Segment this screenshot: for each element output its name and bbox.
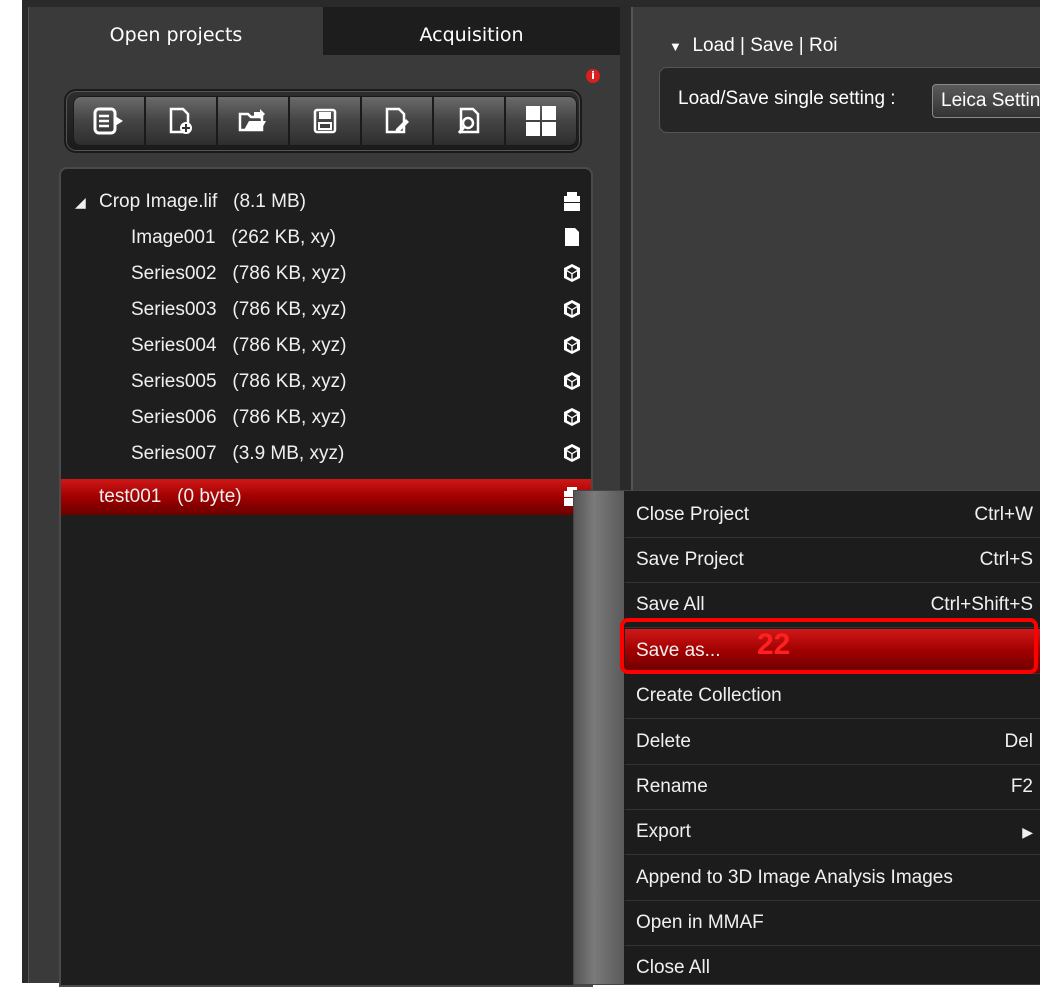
menu-item-close-project[interactable]: Close Project Ctrl+W [625,493,1040,538]
project-briefcase-icon [564,192,580,211]
load-save-section: Load/Save single setting : Leica Setting… [659,67,1040,133]
menu-item-open-in-mmaf[interactable]: Open in MMAF [625,901,1040,946]
alert-icon[interactable]: i [586,69,600,83]
tree-item[interactable]: Series002 (786 KB, xyz) [61,256,591,292]
menu-item-label: Append to 3D Image Analysis Images [636,867,953,888]
section-header-load-save-roi[interactable]: ▼ Load | Save | Roi [669,35,838,57]
project-toolbar [64,89,582,153]
menu-item-label: Create Collection [636,685,782,706]
item-name: Image001 [131,227,216,248]
project-size: (8.1 MB) [233,191,306,212]
open-folder-button[interactable] [217,96,289,146]
tab-acquisition[interactable]: Acquisition [323,7,620,55]
item-info: (786 KB, xyz) [232,371,347,392]
edit-document-button[interactable] [361,96,433,146]
item-name: Series002 [131,263,217,284]
tree-item[interactable]: Series007 (3.9 MB, xyz) [61,436,591,472]
menu-item-rename[interactable]: Rename F2 [625,765,1040,810]
menu-item-shortcut: F2 [1010,776,1033,797]
item-info: (786 KB, xyz) [232,263,347,284]
menu-item-save-project[interactable]: Save Project Ctrl+S [625,538,1040,583]
new-file-button[interactable] [145,96,217,146]
tree-item[interactable]: Series003 (786 KB, xyz) [61,292,591,328]
item-name: Series004 [131,335,217,356]
project-name: test001 [99,486,162,507]
project-size: (0 byte) [177,486,242,507]
setting-select[interactable]: Leica Settings [932,84,1040,118]
annotation-highlight-frame [620,618,1038,674]
cube-icon [564,372,580,390]
tree-item[interactable]: Image001 (262 KB, xy) [61,220,591,256]
context-menu: Close Project Ctrl+W Save Project Ctrl+S… [573,490,1040,985]
cube-icon [564,336,580,354]
cube-icon [564,444,580,462]
item-name: Series003 [131,299,217,320]
item-info: (262 KB, xy) [231,227,336,248]
menu-item-create-collection[interactable]: Create Collection [625,674,1040,719]
tree-project-crop-image[interactable]: ◢ Crop Image.lif (8.1 MB) [61,184,591,220]
tree-item[interactable]: Series006 (786 KB, xyz) [61,400,591,436]
setting-label: Load/Save single setting : [678,88,896,109]
item-info: (786 KB, xyz) [232,335,347,356]
menu-item-delete[interactable]: Delete Del [625,720,1040,765]
menu-item-label: Save Project [636,549,744,570]
grid-view-icon [526,106,556,136]
menu-item-label: Close Project [636,504,749,525]
cube-icon [564,264,580,282]
menu-icon-gutter [574,491,624,984]
item-name: Series005 [131,371,217,392]
item-info: (786 KB, xyz) [232,299,347,320]
search-document-button[interactable] [433,96,505,146]
search-document-icon [457,107,480,134]
menu-item-close-all[interactable]: Close All [625,946,1040,990]
save-icon [313,108,337,134]
tree-item[interactable]: Series004 (786 KB, xyz) [61,328,591,364]
menu-item-label: Rename [636,776,708,797]
menu-item-label: Delete [636,731,691,752]
collapse-triangle-icon: ▼ [669,39,682,54]
open-folder-icon [238,109,266,132]
save-button[interactable] [289,96,361,146]
tree-item[interactable]: Series005 (786 KB, xyz) [61,364,591,400]
expand-caret-icon[interactable]: ◢ [75,184,86,220]
cube-icon [564,408,580,426]
annotation-step-number: 22 [757,628,791,661]
projects-panel: Open projects Acquisition i ◢ Crop Image… [28,7,620,987]
item-info: (786 KB, xyz) [232,407,347,428]
section-title: Load | Save | Roi [692,35,838,56]
item-name: Series007 [131,443,217,464]
item-info: (3.9 MB, xyz) [232,443,345,464]
menu-item-shortcut: Ctrl+W [974,504,1033,525]
menu-item-shortcut: Del [1004,731,1033,752]
project-name: Crop Image.lif [99,191,218,212]
list-export-icon [93,107,123,135]
new-file-icon [169,107,192,134]
grid-view-button[interactable] [505,96,577,146]
project-tree: ◢ Crop Image.lif (8.1 MB) Image001 (262 … [59,167,593,987]
menu-item-label: Open in MMAF [636,912,764,933]
menu-item-label: Export [636,821,691,842]
list-export-button[interactable] [73,96,145,146]
edit-document-icon [385,107,409,134]
cube-icon [564,300,580,318]
tab-open-projects[interactable]: Open projects [29,7,323,55]
menu-item-append-3d-analysis[interactable]: Append to 3D Image Analysis Images [625,856,1040,901]
image-icon [565,228,579,246]
submenu-arrow-icon: ▶ [1022,824,1033,840]
item-name: Series006 [131,407,217,428]
tree-project-test001[interactable]: test001 (0 byte) [61,479,591,515]
menu-item-label: Close All [636,957,710,978]
menu-item-export[interactable]: Export ▶ [625,810,1040,855]
menu-item-shortcut: Ctrl+S [979,549,1033,570]
